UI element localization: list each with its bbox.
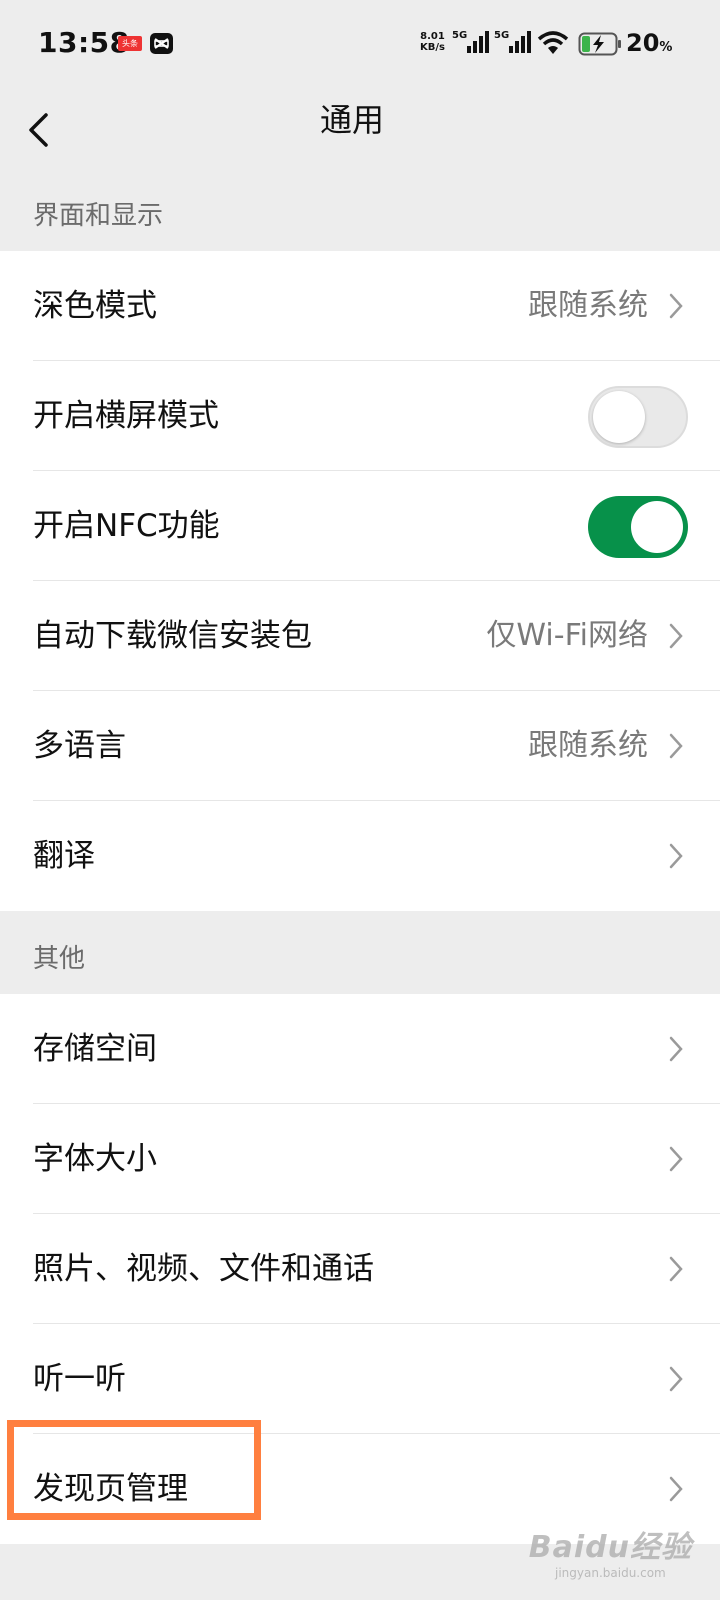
row-media-calls[interactable]: 照片、视频、文件和通话 <box>0 1214 720 1324</box>
chevron-right-icon <box>669 1476 683 1502</box>
section-header-display: 界面和显示 <box>33 201 164 231</box>
row-label: 存储空间 <box>33 1031 157 1067</box>
toggle-knob <box>631 501 683 553</box>
highlight-annotation-box <box>7 1420 261 1520</box>
row-label: 自动下载微信安装包 <box>33 618 312 654</box>
toutiao-notification-icon: 头条 <box>118 36 142 51</box>
network-speed: 8.01 KB/s <box>420 31 445 53</box>
chevron-right-icon <box>669 293 683 319</box>
row-storage[interactable]: 存储空间 <box>0 994 720 1104</box>
chevron-right-icon <box>669 843 683 869</box>
chevron-right-icon <box>669 623 683 649</box>
row-listen[interactable]: 听一听 <box>0 1324 720 1434</box>
chevron-right-icon <box>669 733 683 759</box>
row-label: 照片、视频、文件和通话 <box>33 1251 374 1287</box>
toggle-knob <box>593 391 645 443</box>
row-value: 仅Wi-Fi网络 <box>486 618 648 653</box>
row-value: 跟随系统 <box>528 288 648 323</box>
section-header-other: 其他 <box>33 944 86 974</box>
chevron-right-icon <box>669 1036 683 1062</box>
wifi-icon <box>537 31 569 54</box>
row-label: 深色模式 <box>33 288 157 324</box>
navigation-bar: 通用 <box>0 90 720 170</box>
row-font-size[interactable]: 字体大小 <box>0 1104 720 1214</box>
status-bar: 13:58 头条 8.01 KB/s 5G 5G 20% <box>0 0 720 90</box>
sim2-network-type: 5G <box>494 30 510 41</box>
battery-percent: 20% <box>626 29 673 57</box>
landscape-mode-toggle[interactable] <box>588 386 688 448</box>
row-label: 字体大小 <box>33 1141 157 1177</box>
signal-icon <box>509 31 531 53</box>
page-title: 通用 <box>319 101 384 139</box>
settings-group-display: 深色模式 跟随系统 开启横屏模式 开启NFC功能 自动下载微信安装包 仅Wi-F… <box>0 251 720 911</box>
chevron-right-icon <box>669 1366 683 1392</box>
row-auto-download[interactable]: 自动下载微信安装包 仅Wi-Fi网络 <box>0 581 720 691</box>
status-time: 13:58 <box>38 26 130 59</box>
chevron-right-icon <box>669 1256 683 1282</box>
row-translate[interactable]: 翻译 <box>0 801 720 911</box>
row-language[interactable]: 多语言 跟随系统 <box>0 691 720 801</box>
nfc-toggle[interactable] <box>588 496 688 558</box>
battery-charging-icon <box>578 32 621 56</box>
signal-icon <box>467 31 489 53</box>
row-label: 多语言 <box>33 728 126 764</box>
row-landscape-mode: 开启横屏模式 <box>0 361 720 471</box>
row-label: 听一听 <box>33 1361 126 1397</box>
row-label: 翻译 <box>33 838 95 874</box>
chevron-right-icon <box>669 1146 683 1172</box>
row-nfc: 开启NFC功能 <box>0 471 720 581</box>
capcut-notification-icon <box>150 33 173 54</box>
row-label: 开启NFC功能 <box>33 508 220 544</box>
row-label: 开启横屏模式 <box>33 398 219 434</box>
row-value: 跟随系统 <box>528 728 648 763</box>
watermark-logo: Baidu经验 jingyan.baidu.com <box>528 1530 692 1580</box>
row-dark-mode[interactable]: 深色模式 跟随系统 <box>0 251 720 361</box>
sim1-network-type: 5G <box>452 30 468 41</box>
